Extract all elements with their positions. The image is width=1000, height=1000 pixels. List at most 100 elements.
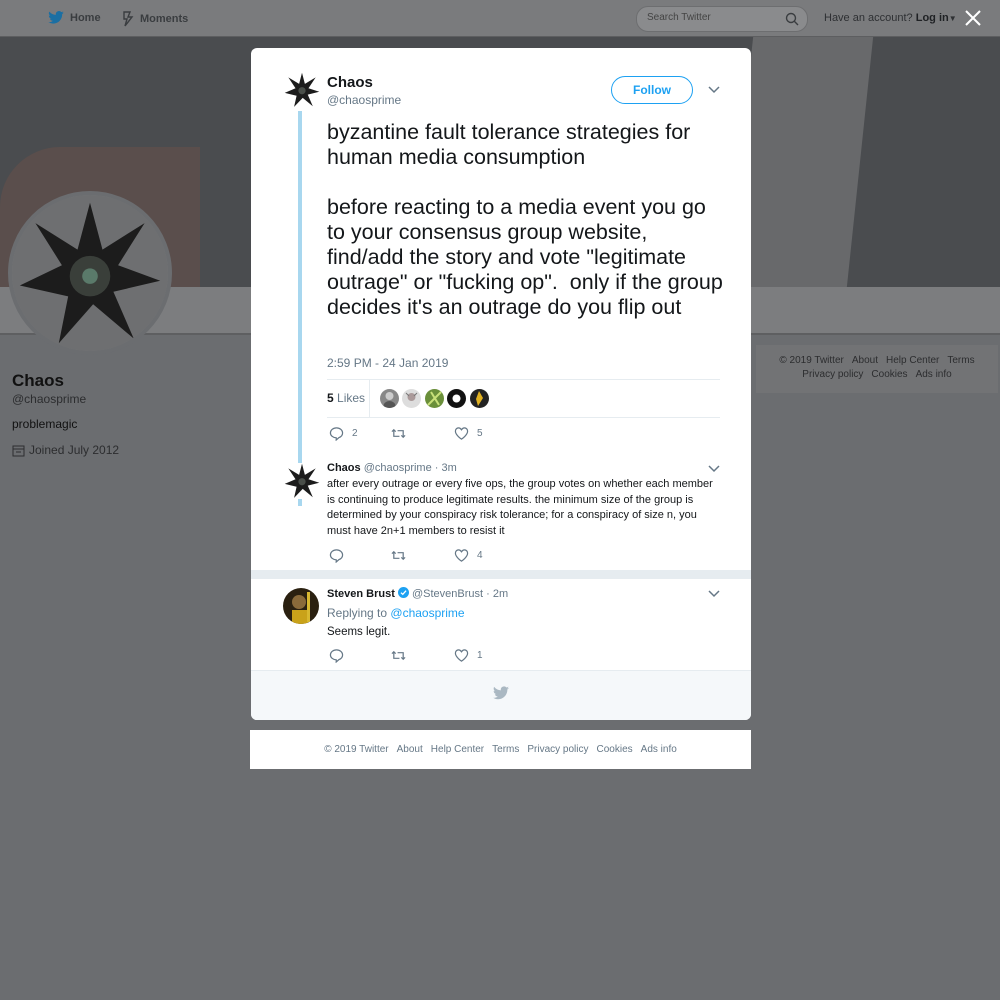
reply-button[interactable]	[329, 548, 352, 563]
chevron-down-icon[interactable]	[708, 86, 720, 94]
calendar-icon	[12, 445, 25, 456]
tweet-actions: 2 5	[327, 426, 627, 444]
reply-author-handle[interactable]: @StevenBrust	[412, 588, 483, 600]
nav-home-label: Home	[70, 11, 101, 24]
liker-avatar[interactable]	[470, 389, 489, 408]
reply-icon	[329, 549, 344, 563]
reply-author-name[interactable]: Chaos	[327, 462, 361, 474]
tweet-modal: Chaos @chaosprime Follow byzantine fault…	[251, 48, 751, 720]
reply-button[interactable]	[329, 648, 352, 663]
profile-avatar[interactable]	[8, 191, 172, 355]
like-button[interactable]: 1	[454, 648, 483, 663]
login-prompt: Have an account? Log in▼	[824, 12, 957, 24]
nav-home[interactable]: Home	[48, 11, 101, 24]
reply-actions: 4	[327, 548, 627, 566]
likes-stat[interactable]: 5 Likes	[327, 391, 365, 405]
reply-text: after every outrage or every five ops, t…	[327, 478, 713, 538]
retweet-icon	[391, 650, 406, 661]
likes-number: 5	[327, 391, 334, 405]
tweet-timestamp[interactable]: 2:59 PM - 24 Jan 2019	[327, 356, 448, 370]
separator	[251, 570, 751, 579]
search-placeholder: Search Twitter	[647, 12, 711, 23]
reply-count: 2	[352, 428, 358, 439]
footer-link[interactable]: About	[397, 744, 423, 755]
reply-icon	[329, 649, 344, 663]
retweet-icon	[391, 550, 406, 561]
retweet-button[interactable]	[391, 648, 414, 663]
profile-bio: problemagic	[12, 417, 78, 431]
footer-link[interactable]: © 2019 Twitter	[779, 355, 843, 366]
like-button[interactable]: 4	[454, 548, 483, 563]
chevron-down-icon[interactable]	[708, 465, 720, 473]
reply-actions: 1	[327, 648, 627, 666]
footer-link[interactable]: Help Center	[886, 355, 939, 366]
profile-handle: @chaosprime	[12, 392, 87, 406]
reply-text: Seems legit.	[327, 626, 391, 638]
reply-header: Chaos @chaosprime · 3m	[327, 462, 457, 474]
reply-author-handle[interactable]: @chaosprime	[364, 462, 432, 474]
heart-icon	[454, 549, 469, 562]
replying-to: Replying to @chaosprime	[327, 606, 465, 620]
footer-link[interactable]: Terms	[947, 355, 974, 366]
heart-icon	[454, 649, 469, 662]
retweet-button[interactable]	[391, 426, 414, 441]
profile-name: Chaos	[12, 371, 64, 390]
chaos-star-icon	[12, 195, 168, 351]
joined-text: Joined July 2012	[29, 443, 120, 457]
tweet-text: byzantine fault tolerance strategies for…	[327, 120, 723, 319]
chevron-down-icon[interactable]	[708, 590, 720, 598]
liker-avatar[interactable]	[447, 389, 466, 408]
search-input[interactable]: Search Twitter	[636, 6, 808, 32]
footer-link[interactable]: Terms	[492, 744, 519, 755]
heart-icon	[454, 427, 469, 440]
twitter-bird-icon	[493, 686, 509, 700]
liker-avatar[interactable]	[380, 389, 399, 408]
nav-moments-label: Moments	[140, 13, 189, 25]
like-count: 5	[477, 428, 483, 439]
reply-author-avatar[interactable]	[283, 588, 319, 624]
modal-footer: © 2019 Twitter About Help Center Terms Priva…	[250, 730, 751, 769]
footer-link[interactable]: Ads info	[916, 369, 952, 380]
verified-badge-icon	[397, 587, 409, 598]
retweet-icon	[391, 428, 406, 439]
reply-button[interactable]: 2	[329, 426, 358, 441]
nav-moments[interactable]: Moments	[122, 11, 188, 27]
footer-link[interactable]: Ads info	[641, 744, 677, 755]
replying-to-prefix: Replying to	[327, 606, 388, 620]
liker-avatar[interactable]	[402, 389, 421, 408]
have-account-text: Have an account?	[824, 12, 913, 24]
footer-link[interactable]: About	[852, 355, 878, 366]
replying-to-link[interactable]: @chaosprime	[390, 606, 464, 620]
follow-button[interactable]: Follow	[611, 76, 693, 104]
footer-link[interactable]: Cookies	[597, 744, 633, 755]
profile-joined: Joined July 2012	[12, 443, 119, 457]
reply-author-avatar[interactable]	[284, 463, 320, 499]
liker-avatar[interactable]	[425, 389, 444, 408]
likes-label: Likes	[337, 391, 366, 405]
caret-down-icon: ▼	[948, 14, 957, 23]
like-button[interactable]: 5	[454, 426, 483, 441]
tweet-author-name[interactable]: Chaos	[327, 74, 373, 91]
footer-link[interactable]: Privacy policy	[802, 369, 863, 380]
footer-link[interactable]: Cookies	[871, 369, 907, 380]
close-icon[interactable]	[963, 8, 983, 28]
tweet-author-handle[interactable]: @chaosprime	[327, 93, 401, 107]
tweet-author-avatar[interactable]	[284, 72, 320, 108]
thread-line	[298, 111, 302, 506]
reply-author-name[interactable]: Steven Brust	[327, 588, 395, 600]
lightning-icon	[123, 11, 134, 27]
like-count: 1	[477, 650, 483, 661]
search-icon	[785, 12, 799, 26]
reply-icon	[329, 427, 344, 441]
top-navigation: Home Moments Search Twitter Have an acco…	[0, 0, 1000, 37]
modal-bottom-bar	[251, 670, 751, 720]
login-link[interactable]: Log in	[916, 12, 949, 24]
retweet-button[interactable]	[391, 548, 414, 563]
reply-time[interactable]: · 3m	[435, 462, 457, 474]
reply-header: Steven Brust @StevenBrust · 2m	[327, 587, 508, 600]
twitter-bird-icon	[48, 11, 64, 24]
footer-link[interactable]: Privacy policy	[527, 744, 588, 755]
footer-link[interactable]: © 2019 Twitter	[324, 744, 388, 755]
reply-time[interactable]: · 2m	[486, 588, 508, 600]
footer-link[interactable]: Help Center	[431, 744, 484, 755]
